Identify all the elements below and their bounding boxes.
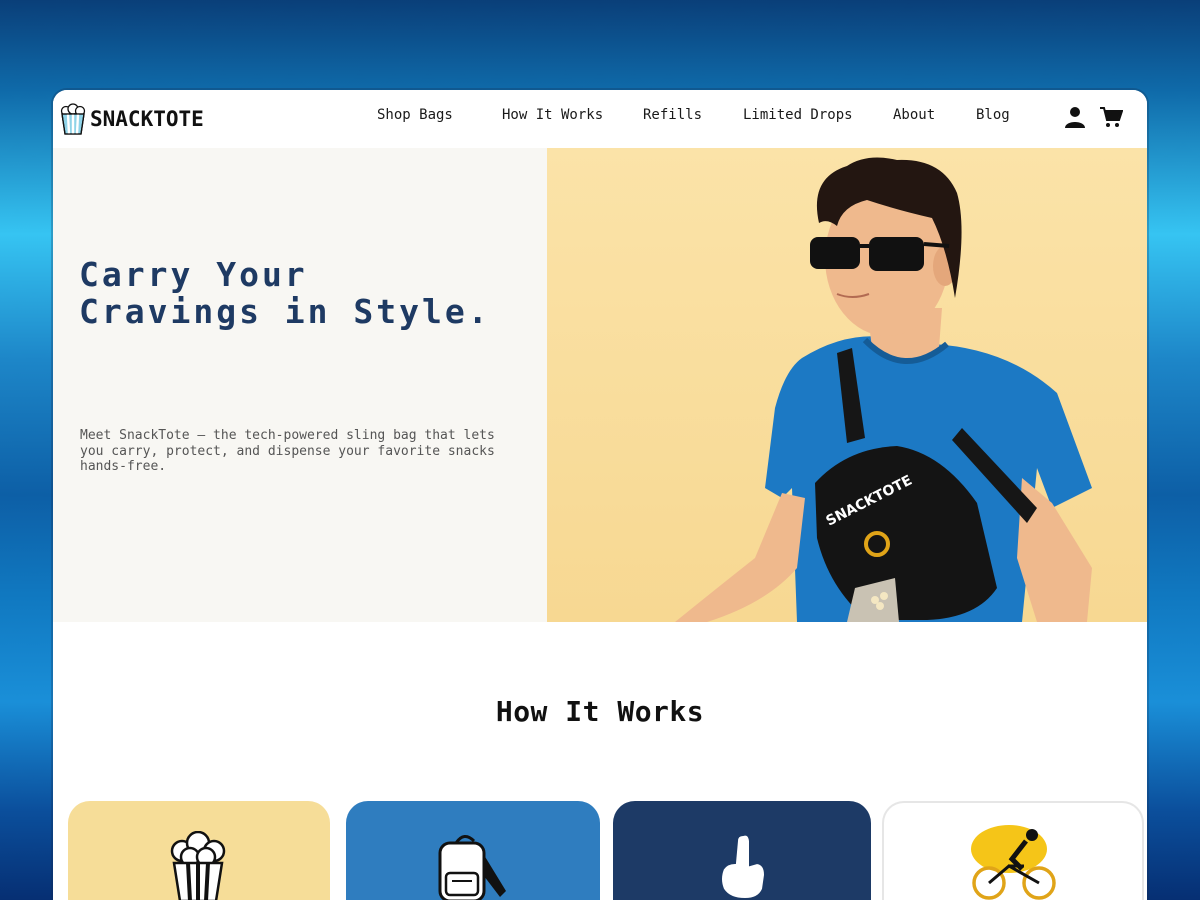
nav-shop-bags[interactable]: Shop Bags <box>377 107 453 123</box>
step-card-carry[interactable] <box>346 801 600 900</box>
popcorn-icon <box>170 831 226 900</box>
site-header: SNACKTOTE Shop Bags How It Works Refills… <box>53 90 1147 148</box>
nav-refills[interactable]: Refills <box>643 107 702 123</box>
pointing-hand-icon <box>720 833 767 900</box>
header-actions <box>1063 105 1123 129</box>
step-card-snacks[interactable] <box>68 801 330 900</box>
hero-title: Carry Your Cravings in Style. <box>79 255 491 331</box>
main-nav: Shop Bags How It Works Refills Limited D… <box>53 107 1147 129</box>
nav-blog[interactable]: Blog <box>976 107 1010 123</box>
hero-description: Meet SnackTote — the tech-powered sling … <box>80 428 495 474</box>
nav-about[interactable]: About <box>893 107 935 123</box>
hero-image: SNACKTOTE <box>547 148 1147 622</box>
hero-text-panel: Carry Your Cravings in Style. Meet Snack… <box>53 148 547 622</box>
user-icon[interactable] <box>1063 105 1087 129</box>
nav-limited-drops[interactable]: Limited Drops <box>743 107 853 123</box>
cyclist-icon <box>971 825 1056 900</box>
cart-icon[interactable] <box>1099 105 1123 129</box>
model-with-bag-illustration: SNACKTOTE <box>675 157 1092 622</box>
nav-how-it-works[interactable]: How It Works <box>502 107 603 123</box>
backpack-icon <box>438 835 506 900</box>
step-card-go[interactable] <box>882 801 1144 900</box>
browser-page: SNACKTOTE Shop Bags How It Works Refills… <box>53 90 1147 900</box>
how-it-works-title: How It Works <box>495 695 705 728</box>
step-card-dispense[interactable] <box>613 801 871 900</box>
